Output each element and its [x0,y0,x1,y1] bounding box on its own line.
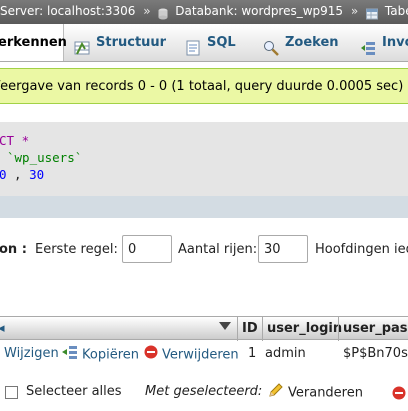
cell-id: 1 [248,346,257,361]
column-header-id[interactable]: ID [242,321,258,336]
sql-limit-count: 30 [29,167,45,182]
structure-icon [74,34,90,54]
tab-search-label: Zoeken [285,35,339,50]
sql-table-name: `wp_users` [7,150,83,165]
insert-icon [360,34,376,55]
tab-bar: erkennen Structuur SQL Zoeken Invo [0,24,408,62]
sql-comma: , [6,167,30,182]
table-icon [366,5,379,20]
navigation-label: on : [0,242,27,257]
delete-icon [144,345,158,363]
select-all-checkbox[interactable] [5,386,18,399]
breadcrumb-server[interactable]: Server: localhost:3306 [0,0,135,22]
tab-insert[interactable]: Invo [360,24,408,61]
copy-icon [62,345,78,363]
sql-icon [185,34,201,55]
navigation-bar: on : Eerste regel: Aantal rijen: Hoofdin… [0,232,408,268]
sql-keyword: CT [0,133,15,148]
rows-label: Aantal rijen: [178,242,258,257]
breadcrumb-table[interactable]: Tabel: wp [385,0,408,22]
sql-star: * [14,133,30,148]
sql-query-box: CT * `wp_users` 0 , 30 [0,122,408,196]
delete-selected-icon[interactable] [392,386,406,404]
cell-user-login: admin [265,346,306,361]
headers-every-label: Hoofdingen iede [315,242,408,257]
column-header-user-login[interactable]: user_login [267,321,342,336]
tab-structure-label: Structuur [96,35,167,50]
first-row-input[interactable] [122,235,172,263]
tab-browse[interactable]: erkennen [0,24,67,61]
bulk-actions-bar: Selecteer alles Met geselecteerd: Verand… [0,381,408,405]
sort-dropdown-icon[interactable] [219,320,231,335]
first-row-label: Eerste regel: [35,242,118,257]
delete-link[interactable]: Verwijderen [144,345,239,364]
rows-count-input[interactable] [258,235,308,263]
tab-insert-label: Invo [382,35,408,50]
table-row: Wijzigen Kopiëren Verwijderen 1 admin $P… [0,341,408,367]
tab-sql[interactable]: SQL [185,24,236,61]
search-icon [263,34,279,56]
breadcrumb-separator: » [143,4,151,18]
database-icon [158,5,168,20]
copy-link[interactable]: Kopiëren [62,346,139,364]
select-all-label[interactable]: Selecteer alles [26,384,122,399]
tab-search[interactable]: Zoeken [263,24,339,61]
pencil-icon [268,382,284,402]
breadcrumb-separator: » [350,4,359,18]
edit-link[interactable]: Wijzigen [4,346,59,361]
tab-browse-label: erkennen [0,35,67,50]
sql-options-strip [0,196,408,218]
tab-sql-label: SQL [207,35,236,50]
notice-text: Weergave van records 0 - 0 (1 totaal, qu… [0,79,404,94]
breadcrumb: Server: localhost:3306 » Databank: wordp… [0,0,408,24]
change-button[interactable]: Veranderen [268,383,363,403]
success-notice: Weergave van records 0 - 0 (1 totaal, qu… [0,68,408,104]
cell-user-pass: $P$Bn70sY [343,346,408,361]
breadcrumb-database[interactable]: Databank: wordpres_wp915 [175,0,343,22]
column-header-user-pass[interactable]: user_pass [343,321,408,336]
column-arrow-icon: ◂ [0,321,5,336]
table-header: ◂ ID user_login user_pass [0,316,408,341]
with-selected-label: Met geselecteerd: [145,384,263,399]
tab-structure[interactable]: Structuur [74,24,167,61]
